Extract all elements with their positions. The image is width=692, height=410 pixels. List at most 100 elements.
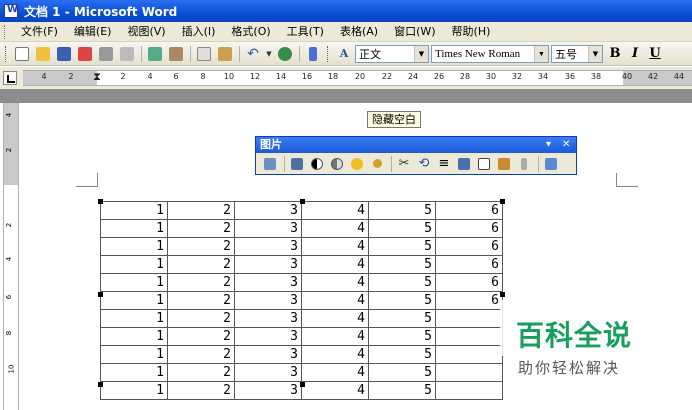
- text-wrapping-button[interactable]: [475, 155, 493, 173]
- ruler-tick-label: 6: [173, 72, 179, 81]
- menu-window[interactable]: 窗口(W): [388, 22, 441, 42]
- resize-handle-tr[interactable]: [500, 199, 505, 204]
- close-button[interactable]: ✕: [562, 137, 570, 153]
- bold-button[interactable]: B: [605, 46, 625, 61]
- table-cell: 6: [435, 273, 503, 292]
- vruler-tick-label: 6: [5, 294, 14, 300]
- permission-button[interactable]: [75, 44, 95, 64]
- underline-button[interactable]: U: [645, 46, 665, 61]
- resize-handle-tm[interactable]: [300, 199, 305, 204]
- hide-white-space-tooltip[interactable]: 隐藏空白: [367, 111, 421, 128]
- horizontal-ruler[interactable]: 4 2 ⧗ 2 4 6 8 10 12 14 16 18 20 22 24 26…: [23, 70, 692, 86]
- menu-edit[interactable]: 编辑(E): [68, 22, 118, 42]
- table-row: 123456: [100, 291, 503, 310]
- toolbar-grip[interactable]: [5, 45, 8, 62]
- menu-view[interactable]: 视图(V): [121, 22, 171, 42]
- table-row: 12345: [100, 309, 503, 328]
- table-cell: 2: [167, 201, 235, 220]
- font-value: Times New Roman: [435, 47, 521, 60]
- toolbar-separator: [190, 45, 191, 62]
- ruler-tick-label: 24: [407, 72, 419, 81]
- more-contrast-button[interactable]: [308, 155, 326, 173]
- resize-handle-mr[interactable]: [500, 292, 505, 297]
- table-cell: [435, 363, 503, 382]
- more-brightness-button[interactable]: [348, 155, 366, 173]
- formatting-toolbar-grip[interactable]: [327, 45, 330, 62]
- menu-tools[interactable]: 工具(T): [281, 22, 330, 42]
- pasted-table-picture[interactable]: 1234561234561234561234561234561234561234…: [98, 199, 505, 400]
- table-cell: 1: [100, 291, 168, 310]
- rotate-left-button[interactable]: ⟲: [415, 155, 433, 173]
- less-brightness-button[interactable]: [368, 155, 386, 173]
- undo-button[interactable]: ↶: [243, 44, 263, 64]
- undo-dropdown-button[interactable]: ▼: [264, 44, 274, 64]
- tab-selector-button[interactable]: [3, 71, 17, 85]
- indent-marker[interactable]: ⧗: [93, 70, 101, 84]
- horizontal-ruler-row: 4 2 ⧗ 2 4 6 8 10 12 14 16 18 20 22 24 26…: [0, 67, 692, 89]
- format-picture-button[interactable]: [495, 155, 513, 173]
- watermark-subtitle: 助你轻松解决: [518, 359, 621, 377]
- ruler-tick-label: 18: [327, 72, 339, 81]
- vruler-tick-label: 2: [5, 222, 14, 228]
- crop-button[interactable]: ✂: [395, 155, 413, 173]
- chevron-down-icon[interactable]: ▼: [534, 45, 548, 62]
- font-size-dropdown[interactable]: 五号 ▼: [551, 44, 603, 63]
- table-cell: 6: [435, 291, 503, 310]
- ruler-tick-label: 14: [275, 72, 287, 81]
- reset-picture-icon: [545, 157, 557, 170]
- print-button[interactable]: [96, 44, 116, 64]
- resize-handle-tl[interactable]: [98, 199, 103, 204]
- table-cell: 4: [301, 255, 369, 274]
- picture-toolbar-titlebar[interactable]: 图片 ▾ ✕: [256, 137, 576, 153]
- table-cell: 4: [301, 273, 369, 292]
- resize-handle-bm[interactable]: [300, 382, 305, 387]
- copy-button[interactable]: [194, 44, 214, 64]
- insert-picture-button[interactable]: [261, 155, 279, 173]
- table-cell: 4: [301, 381, 369, 400]
- less-contrast-button[interactable]: [328, 155, 346, 173]
- toolbar-menu-button[interactable]: ▾: [546, 137, 551, 153]
- menu-file[interactable]: 文件(F): [15, 22, 64, 42]
- menu-table[interactable]: 表格(A): [334, 22, 384, 42]
- toolbar-options-button[interactable]: [303, 44, 323, 64]
- chevron-down-icon[interactable]: ▼: [588, 45, 602, 62]
- menubar-grip[interactable]: [4, 24, 7, 39]
- styles-pane-button[interactable]: A: [334, 44, 354, 64]
- hyperlink-button[interactable]: [275, 44, 295, 64]
- word-app-icon[interactable]: [4, 4, 18, 18]
- print-preview-button[interactable]: [117, 44, 137, 64]
- paste-button[interactable]: [215, 44, 235, 64]
- new-document-button[interactable]: [12, 44, 32, 64]
- menu-insert[interactable]: 插入(I): [176, 22, 222, 42]
- vertical-ruler[interactable]: 4 2 2 4 6 8 10: [3, 103, 19, 410]
- table-cell: 3: [234, 273, 302, 292]
- research-button[interactable]: [166, 44, 186, 64]
- table-row: 123456: [100, 219, 503, 238]
- print-icon: [99, 46, 113, 61]
- chevron-down-icon[interactable]: ▼: [414, 45, 428, 62]
- resize-handle-bl[interactable]: [98, 382, 103, 387]
- italic-button[interactable]: I: [625, 46, 645, 61]
- toolbar-options-icon: [309, 46, 317, 61]
- ruler-tick-label: 2: [68, 72, 74, 81]
- menu-format[interactable]: 格式(O): [225, 22, 276, 42]
- table-cell: 3: [234, 381, 302, 400]
- table-cell: 6: [435, 219, 503, 238]
- table-cell: 2: [167, 309, 235, 328]
- vruler-tick-label: 4: [5, 256, 14, 262]
- open-button[interactable]: [33, 44, 53, 64]
- set-transparent-color-button[interactable]: [515, 155, 533, 173]
- compress-pictures-button[interactable]: [455, 155, 473, 173]
- line-style-button[interactable]: ≡: [435, 155, 453, 173]
- save-button[interactable]: [54, 44, 74, 64]
- reset-picture-button[interactable]: [542, 155, 560, 173]
- table-cell: 1: [100, 273, 168, 292]
- menu-help[interactable]: 帮助(H): [446, 22, 497, 42]
- vruler-tick-label: 10: [7, 364, 16, 374]
- ruler-tick-label: 34: [537, 72, 549, 81]
- style-dropdown[interactable]: 正文 ▼: [355, 44, 429, 63]
- color-button[interactable]: [288, 155, 306, 173]
- spelling-button[interactable]: [145, 44, 165, 64]
- font-dropdown[interactable]: Times New Roman ▼: [431, 44, 549, 63]
- resize-handle-ml[interactable]: [98, 292, 103, 297]
